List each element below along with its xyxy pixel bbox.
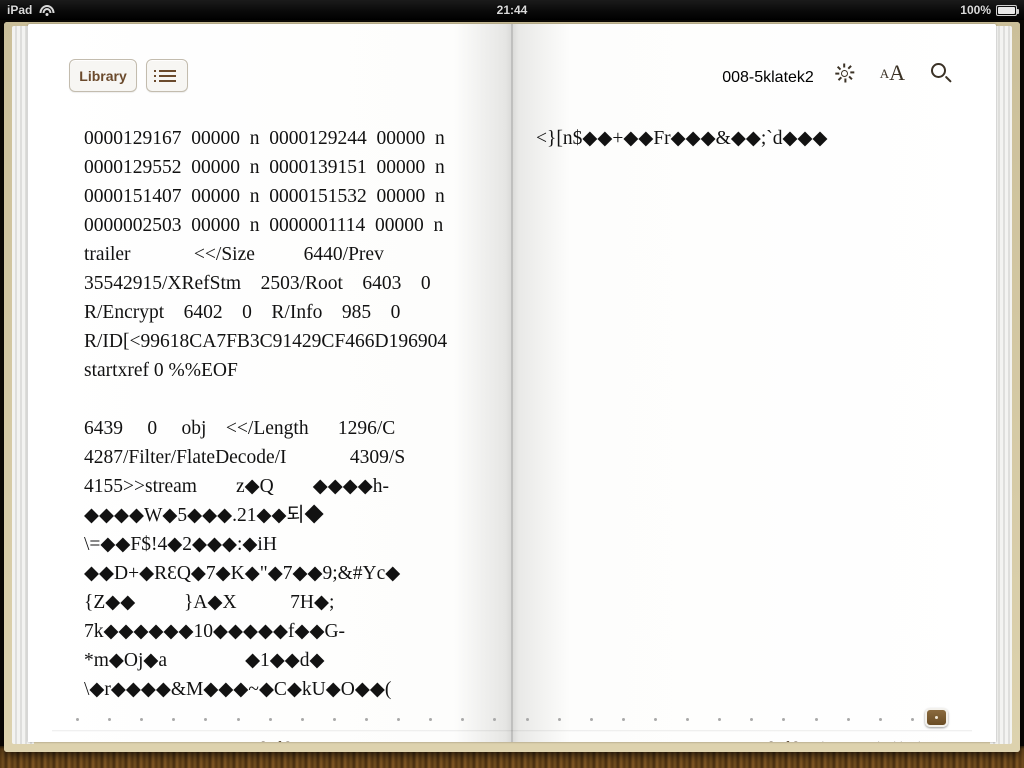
scrubber-dot xyxy=(686,717,690,721)
status-bar-clock: 21:44 xyxy=(496,3,528,17)
chapter-note: Last page in this chapter xyxy=(821,739,952,742)
scrubber-dot xyxy=(589,717,593,721)
scrubber-dot xyxy=(429,717,433,721)
scrubber-dot xyxy=(204,717,208,721)
current-page-marker[interactable] xyxy=(925,708,948,727)
search-button[interactable] xyxy=(931,62,952,84)
scrubber-dot xyxy=(461,717,465,721)
text-line: 4287/Filter/FlateDecode/I 4309/S xyxy=(84,447,406,468)
scrubber-dot xyxy=(782,717,786,721)
font-size-aA-icon: A xyxy=(879,65,890,81)
text-line: 0000151407 00000 n 0000151532 00000 n xyxy=(84,186,445,207)
text-line: 35542915/XRefStm 2503/Root 6403 0 xyxy=(84,273,431,294)
text-line: ◆◆D+◆RƐQ◆7◆K◆"◆7◆◆9;&#Yc◆ xyxy=(84,563,401,584)
page-scrubber[interactable] xyxy=(76,708,948,730)
battery-percent-label: 100% xyxy=(960,3,991,17)
text-line: ◆◆◆◆W◆5◆◆◆.21◆◆되◆ xyxy=(84,505,324,526)
text-line: {Z◆◆ }A◆X 7H◆; xyxy=(84,592,335,613)
scrubber-dot xyxy=(718,717,722,721)
book-spine xyxy=(511,24,513,742)
scrubber-dot xyxy=(268,717,272,721)
book-container: Library 008-5klatek2 A A 0000129167 0000… xyxy=(4,22,1020,752)
scrubber-dot xyxy=(397,717,401,721)
text-line: R/ID[<99618CA7FB3C91429CF466D196904 xyxy=(84,331,448,352)
scrubber-dot xyxy=(621,717,625,721)
library-button[interactable]: Library xyxy=(69,59,137,92)
scrubber-dot xyxy=(364,717,368,721)
ipad-screen: iPad 21:44 100% Library 008-5klatek2 A A… xyxy=(0,0,1024,768)
scrubber-dot xyxy=(878,717,882,721)
scrubber-dot xyxy=(525,717,529,721)
text-line: R/Encrypt 6402 0 R/Info 985 0 xyxy=(84,302,401,323)
text-line: \◆r◆◆◆◆&M◆◆◆~◆C◆kU◆O◆◆( xyxy=(84,679,392,700)
brightness-button[interactable] xyxy=(835,63,855,83)
text-line: 4155>>stream z◆Q ◆◆◆◆h- xyxy=(84,476,389,497)
scrubber-dot xyxy=(332,717,336,721)
right-page-text: <}[n$◆◆+◆◆Fr◆◆◆&◆◆;`d◆◆◆ xyxy=(536,124,948,704)
text-line: 0000002503 00000 n 0000001114 00000 n xyxy=(84,215,444,236)
page-footer: 2 of 3 3 of 3 Last page in this chapter xyxy=(28,739,996,742)
text-line: 0000129552 00000 n 0000139151 00000 n xyxy=(84,157,445,178)
sun-brightness-icon xyxy=(835,63,855,83)
scrubber-dot xyxy=(76,717,79,721)
scrubber-dot xyxy=(653,717,657,721)
toolbar-icon-group: AA xyxy=(835,62,952,84)
text-line: \=◆◆F$!4◆2◆◆◆:◆iH xyxy=(84,534,277,555)
text-line: 7k◆◆◆◆◆◆10◆◆◆◆◆f◆◆G- xyxy=(84,621,346,642)
battery-icon xyxy=(996,4,1019,16)
text-line: 0000129167 00000 n 0000129244 00000 n xyxy=(84,128,445,149)
status-bar: iPad 21:44 100% xyxy=(0,0,1024,20)
left-page-number: 2 of 3 xyxy=(28,739,523,742)
scrubber-dot xyxy=(557,717,561,721)
scrubber-dot xyxy=(108,717,112,721)
list-bullet-icon xyxy=(153,69,176,82)
scrubber-dot xyxy=(814,717,818,721)
reader-toolbar: Library 008-5klatek2 A A xyxy=(28,24,996,92)
page-bottom-shadow xyxy=(52,730,972,732)
text-line: startxref 0 %%EOF xyxy=(84,360,238,381)
scrubber-dot xyxy=(750,717,754,721)
text-line: 6439 0 obj <</Length 1296/C xyxy=(84,418,396,439)
search-magnifier-icon xyxy=(931,62,952,84)
text-line: trailer <</Size 6440/Prev xyxy=(84,244,384,265)
scrubber-dot xyxy=(172,717,176,721)
text-line: *m◆Oj◆a ◆1◆◆d◆ xyxy=(84,650,325,671)
scrubber-dot xyxy=(140,717,144,721)
left-page-text: 0000129167 00000 n 0000129244 00000 n 00… xyxy=(84,124,496,704)
scrubber-dot xyxy=(846,717,850,721)
book-pages[interactable]: Library 008-5klatek2 A A 0000129167 0000… xyxy=(28,24,996,742)
scrubber-dots xyxy=(76,717,914,721)
status-bar-right: 100% xyxy=(960,3,1019,17)
scrubber-dot xyxy=(236,717,240,721)
book-title: 008-5klatek2 xyxy=(722,69,814,86)
scrubber-dot xyxy=(493,717,497,721)
text-line: <}[n$◆◆+◆◆Fr◆◆◆&◆◆;`d◆◆◆ xyxy=(536,128,828,149)
font-size-button[interactable]: AA xyxy=(880,62,905,84)
scrubber-dot xyxy=(300,717,304,721)
scrubber-dot xyxy=(910,717,914,721)
table-of-contents-button[interactable] xyxy=(146,59,188,92)
